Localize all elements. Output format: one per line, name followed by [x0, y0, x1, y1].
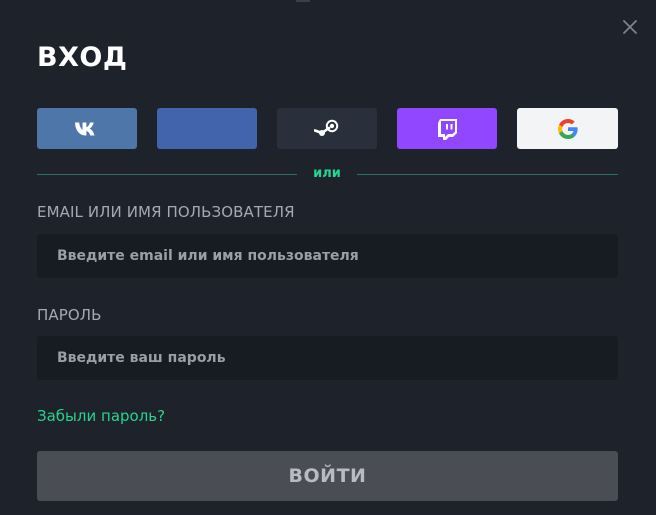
steam-icon [314, 119, 339, 136]
divider-line-right [357, 174, 618, 175]
password-input[interactable] [37, 336, 618, 380]
vk-login-button[interactable] [37, 108, 137, 149]
close-button[interactable] [619, 16, 641, 38]
login-modal: ВХОД или EMAIL ИЛИ ИМЯ ПОЛЬЗОВАТЕЛЯ Введ… [0, 0, 656, 515]
google-icon [557, 118, 578, 139]
password-label: ПАРОЛЬ [37, 306, 102, 324]
vk-icon [75, 122, 95, 135]
steam-login-button[interactable] [277, 108, 377, 149]
close-icon [623, 20, 637, 34]
page-title: ВХОД [37, 42, 128, 73]
or-divider: или [37, 164, 618, 184]
google-login-button[interactable] [517, 108, 618, 149]
forgot-password-link[interactable]: Забыли пароль? [37, 406, 165, 426]
divider-text: или [313, 166, 341, 181]
divider-line-left [37, 174, 297, 175]
twitch-login-button[interactable] [397, 108, 497, 149]
top-notch [296, 0, 310, 2]
email-label: EMAIL ИЛИ ИМЯ ПОЛЬЗОВАТЕЛЯ [37, 203, 295, 221]
login-submit-button[interactable]: ВОЙТИ [37, 451, 618, 501]
twitch-icon [438, 118, 457, 140]
social-login-row [37, 108, 618, 149]
email-input[interactable] [37, 234, 618, 278]
facebook-login-button[interactable] [157, 108, 257, 149]
